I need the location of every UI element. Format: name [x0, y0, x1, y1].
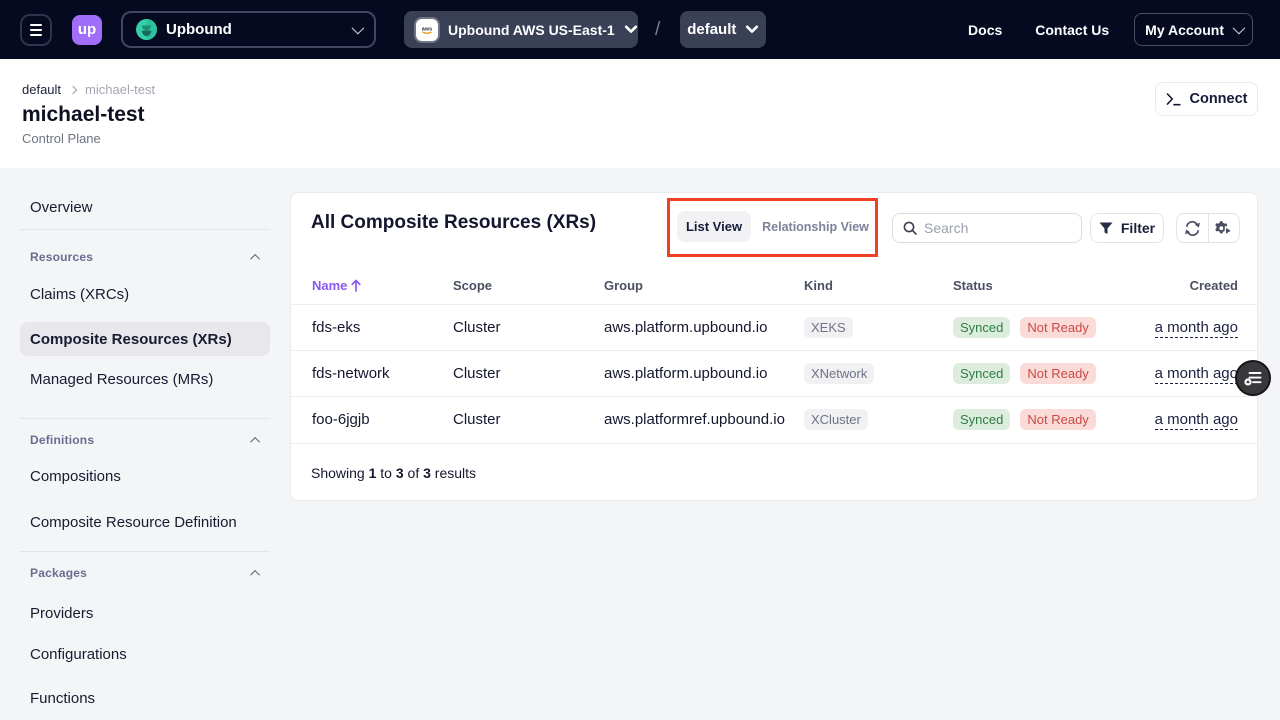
svg-text:aws: aws — [422, 26, 432, 32]
